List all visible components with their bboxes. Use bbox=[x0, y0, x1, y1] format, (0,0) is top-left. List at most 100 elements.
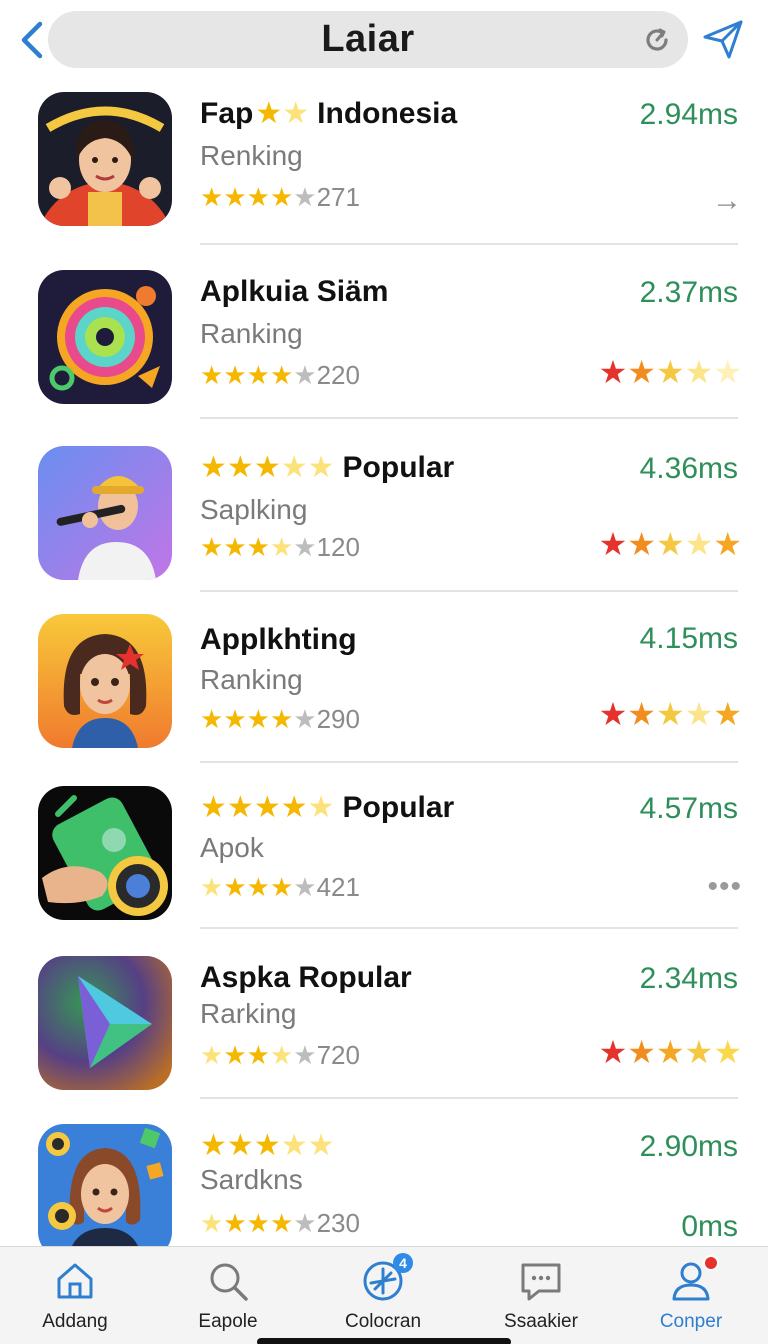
tab-label: Eapole bbox=[198, 1311, 258, 1332]
phone-camera-icon bbox=[38, 786, 172, 920]
app-icon[interactable] bbox=[38, 92, 172, 226]
rating-count: 421 bbox=[316, 871, 360, 902]
rate-stars[interactable]: ★ ★ ★ ★ ★ bbox=[599, 1036, 742, 1068]
app-title-line: ★ ★ ★ ★ ★ Popular bbox=[200, 788, 454, 828]
app-subtitle: Renking bbox=[200, 140, 303, 171]
page-title: Laiar bbox=[321, 18, 415, 60]
app-rating: ★ ★ ★ ★ ★ 120 bbox=[200, 530, 360, 564]
app-icon[interactable] bbox=[38, 614, 172, 748]
home-indicator bbox=[257, 1338, 511, 1344]
list-item[interactable]: Fap ★ ★ Indonesia Renking ★ ★ ★ ★ ★ 271 2.94m… bbox=[0, 92, 768, 260]
app-icon[interactable] bbox=[38, 786, 172, 920]
latency-value: 4.36ms bbox=[639, 452, 738, 485]
avatar-woman-icon bbox=[38, 92, 172, 226]
open-arrow-button[interactable]: → bbox=[712, 184, 742, 218]
latency-value: 2.37ms bbox=[639, 276, 738, 309]
refresh-icon bbox=[646, 28, 668, 51]
chat-icon bbox=[519, 1259, 563, 1303]
app-title: Popular bbox=[342, 451, 455, 484]
profile-icon bbox=[669, 1255, 719, 1303]
rating-stars: ★ ★ ★ ★ ★ bbox=[200, 1208, 317, 1238]
divider bbox=[200, 927, 738, 929]
tab-eapole[interactable]: Eapole bbox=[158, 1247, 298, 1344]
tab-colocran[interactable]: 4 Colocran bbox=[313, 1247, 453, 1344]
divider bbox=[200, 243, 738, 245]
bottom-tab-bar: Addang Eapole 4 Colocran Ssaakier Conper bbox=[0, 1246, 768, 1344]
divider bbox=[200, 761, 738, 763]
rating-stars: ★ ★ ★ ★ ★ bbox=[200, 532, 317, 562]
rate-stars[interactable]: ★ ★ ★ ★ ★ bbox=[599, 528, 742, 560]
search-icon bbox=[206, 1259, 250, 1303]
app-title-line: Fap ★ ★ Indonesia bbox=[200, 94, 457, 134]
app-title-line: ★ ★ ★ ★ ★ Popular bbox=[200, 448, 454, 488]
list-item[interactable]: ★ ★ ★ ★ ★ Popular Saplking ★ ★ ★ ★ ★ 120 4.36ms … bbox=[0, 446, 768, 594]
rating-stars: ★ ★ ★ ★ ★ bbox=[200, 360, 317, 390]
app-icon[interactable] bbox=[38, 270, 172, 404]
top-bar: Laiar bbox=[0, 0, 768, 84]
tab-label: Addang bbox=[42, 1311, 108, 1332]
list-item[interactable]: ★ ★ ★ ★ ★ Sardkns ★ ★ ★ ★ ★ 230 2.90ms 0ms bbox=[0, 1124, 768, 1246]
list-item[interactable]: Aspka Ropular Rarking ★ ★ ★ ★ ★ 720 2.34ms ★… bbox=[0, 956, 768, 1104]
divider bbox=[200, 590, 738, 592]
rate-stars[interactable]: ★ ★ ★ ★ ★ bbox=[599, 356, 742, 388]
title-stars: ★ ★ ★ ★ ★ bbox=[200, 451, 335, 484]
app-title: Aplkuia Siäm bbox=[200, 275, 389, 308]
tab-ssaakier[interactable]: Ssaakier bbox=[471, 1247, 611, 1344]
rating-count: 230 bbox=[316, 1207, 360, 1238]
chevron-left-icon bbox=[21, 21, 43, 59]
app-icon[interactable] bbox=[38, 1124, 172, 1246]
app-icon[interactable] bbox=[38, 446, 172, 580]
rating-count: 271 bbox=[316, 181, 360, 212]
rating-stars: ★ ★ ★ ★ ★ bbox=[200, 182, 317, 212]
app-title: Popular bbox=[342, 791, 455, 824]
title-pill[interactable]: Laiar bbox=[48, 11, 688, 68]
back-button[interactable] bbox=[14, 18, 50, 62]
app-title: Indonesia bbox=[317, 97, 458, 130]
more-options-button[interactable]: ••• bbox=[707, 870, 742, 904]
app-title-line: ★ ★ ★ ★ ★ bbox=[200, 1126, 343, 1166]
rate-stars[interactable]: ★ ★ ★ ★ ★ bbox=[599, 698, 742, 730]
app-subtitle: Rarking bbox=[200, 998, 297, 1029]
divider bbox=[200, 1097, 738, 1099]
app-title: Applkhting bbox=[200, 623, 357, 656]
app-ranking-list[interactable]: Fap ★ ★ Indonesia Renking ★ ★ ★ ★ ★ 271 2.94m… bbox=[0, 84, 768, 1246]
paper-plane-icon bbox=[703, 20, 743, 59]
rating-stars: ★ ★ ★ ★ ★ bbox=[200, 1040, 317, 1070]
title-stars: ★ ★ ★ ★ ★ bbox=[200, 1129, 335, 1162]
latency-value: 4.15ms bbox=[639, 622, 738, 655]
avatar-woman-camera-icon bbox=[38, 1124, 172, 1246]
rating-stars: ★ ★ ★ ★ ★ bbox=[200, 872, 317, 902]
tab-conper[interactable]: Conper bbox=[621, 1247, 761, 1344]
tab-label: Conper bbox=[659, 1311, 723, 1332]
tab-label: Ssaakier bbox=[504, 1311, 578, 1332]
compass-icon: 4 bbox=[361, 1253, 413, 1303]
tab-label: Colocran bbox=[344, 1311, 422, 1332]
title-stars: ★ ★ bbox=[255, 97, 310, 130]
app-title-line: Aplkuia Siäm bbox=[200, 272, 388, 312]
app-icon[interactable] bbox=[38, 956, 172, 1090]
tab-addang[interactable]: Addang bbox=[5, 1247, 145, 1344]
app-rating: ★ ★ ★ ★ ★ 290 bbox=[200, 702, 360, 736]
rating-count: 120 bbox=[316, 531, 360, 562]
notification-badge: 4 bbox=[393, 1253, 413, 1273]
list-item[interactable]: ★ ★ ★ ★ ★ Popular Apok ★ ★ ★ ★ ★ 421 4.57ms ••• bbox=[0, 786, 768, 934]
app-rating: ★ ★ ★ ★ ★ 720 bbox=[200, 1038, 360, 1072]
send-button[interactable] bbox=[700, 16, 746, 62]
vinyl-disc-icon bbox=[38, 270, 172, 404]
app-subtitle: Apok bbox=[200, 832, 264, 863]
list-item[interactable]: Applkhting Ranking ★ ★ ★ ★ ★ 290 4.15ms ★ ★ ★ ★… bbox=[0, 614, 768, 762]
refresh-button[interactable] bbox=[640, 23, 674, 57]
latency-value: 4.57ms bbox=[639, 792, 738, 825]
app-title-line: Aspka Ropular bbox=[200, 958, 412, 998]
rating-stars: ★ ★ ★ ★ ★ bbox=[200, 704, 317, 734]
rating-count: 720 bbox=[316, 1039, 360, 1070]
list-item[interactable]: Aplkuia Siäm Ranking ★ ★ ★ ★ ★ 220 2.37ms ★ ★… bbox=[0, 270, 768, 418]
latency-value: 2.90ms bbox=[639, 1130, 738, 1163]
app-subtitle: Ranking bbox=[200, 318, 303, 349]
more-dots-icon: ••• bbox=[707, 870, 742, 903]
app-title: Aspka Ropular bbox=[200, 961, 412, 994]
app-rating: ★ ★ ★ ★ ★ 220 bbox=[200, 358, 360, 392]
app-subtitle: Sardkns bbox=[200, 1164, 303, 1195]
title-stars: ★ ★ ★ ★ ★ bbox=[200, 791, 335, 824]
latency-secondary-value: 0ms bbox=[681, 1210, 738, 1243]
